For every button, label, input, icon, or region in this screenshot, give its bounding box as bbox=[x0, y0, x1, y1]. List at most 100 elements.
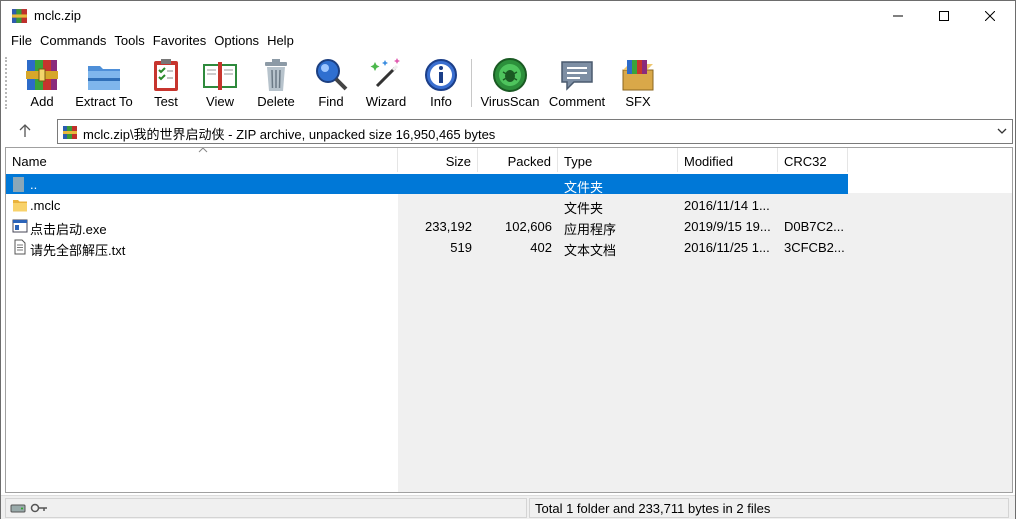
table-row[interactable]: 请先全部解压.txt 519 402 文本文档 2016/11/25 1... … bbox=[6, 237, 848, 258]
status-summary: Total 1 folder and 233,711 bytes in 2 fi… bbox=[535, 501, 771, 516]
file-list[interactable]: Name Size Packed Type Modified CRC32 .. … bbox=[5, 147, 1013, 493]
column-modified[interactable]: Modified bbox=[678, 148, 778, 172]
column-modified-label: Modified bbox=[684, 154, 734, 169]
chevron-down-icon[interactable] bbox=[995, 124, 1009, 138]
status-icons bbox=[10, 501, 48, 515]
column-name[interactable]: Name bbox=[6, 148, 398, 172]
row-size: 233,192 bbox=[425, 219, 472, 234]
sfx-button[interactable]: SFX bbox=[617, 56, 659, 112]
row-modified: 2016/11/14 1... bbox=[684, 198, 770, 213]
key-icon[interactable] bbox=[30, 501, 48, 515]
clipboard-check-icon bbox=[154, 59, 178, 91]
column-size[interactable]: Size bbox=[398, 148, 478, 172]
row-name: 请先全部解压.txt bbox=[30, 243, 126, 258]
speech-bubble-icon bbox=[561, 61, 593, 91]
list-header: Name Size Packed Type Modified CRC32 bbox=[6, 148, 1012, 172]
minimize-button[interactable] bbox=[875, 1, 921, 31]
maximize-button[interactable] bbox=[921, 1, 967, 31]
toolbar-grip bbox=[5, 57, 7, 109]
virusscan-button[interactable]: VirusScan bbox=[480, 56, 540, 112]
row-type: 应用程序 bbox=[564, 222, 617, 237]
up-folder-button[interactable] bbox=[15, 121, 35, 141]
menu-options[interactable]: Options bbox=[214, 31, 259, 51]
column-packed[interactable]: Packed bbox=[478, 148, 558, 172]
delete-button[interactable]: Delete bbox=[255, 56, 297, 112]
column-type-label: Type bbox=[564, 154, 593, 169]
minimize-icon bbox=[893, 15, 903, 17]
comment-label: Comment bbox=[548, 94, 606, 109]
info-button[interactable]: Info bbox=[421, 56, 461, 112]
status-left-pane bbox=[5, 498, 527, 518]
arrow-up-icon bbox=[19, 124, 31, 137]
menu-commands[interactable]: Commands bbox=[40, 31, 106, 51]
menu-help[interactable]: Help bbox=[267, 31, 294, 51]
row-size: 519 bbox=[450, 240, 472, 255]
wizard-label: Wizard bbox=[365, 94, 407, 109]
folder-up-icon bbox=[13, 177, 24, 192]
open-book-icon bbox=[203, 62, 237, 90]
view-button[interactable]: View bbox=[197, 56, 243, 112]
address-path: mclc.zip\我的世界启动侠 - ZIP archive, unpacked… bbox=[83, 127, 496, 142]
status-bar: Total 1 folder and 233,711 bytes in 2 fi… bbox=[1, 495, 1015, 519]
find-button[interactable]: Find bbox=[311, 56, 351, 112]
row-crc32: 3CFCB2... bbox=[784, 240, 845, 255]
delete-label: Delete bbox=[257, 94, 295, 109]
column-crc32[interactable]: CRC32 bbox=[778, 148, 848, 172]
winrar-window: mclc.zip File Commands Tools Favorites O… bbox=[0, 0, 1016, 519]
row-modified: 2019/9/15 19... bbox=[684, 219, 771, 234]
row-name: .mclc bbox=[30, 198, 61, 213]
folder-extract-icon bbox=[88, 66, 120, 90]
sort-ascending-icon bbox=[198, 148, 208, 153]
column-crc32-label: CRC32 bbox=[784, 154, 827, 169]
trash-can-icon bbox=[265, 59, 287, 91]
close-button[interactable] bbox=[967, 1, 1013, 31]
row-type: 文本文档 bbox=[564, 243, 617, 258]
row-packed: 102,606 bbox=[505, 219, 552, 234]
test-button[interactable]: Test bbox=[145, 56, 187, 112]
add-button[interactable]: Add bbox=[21, 56, 63, 112]
archive-books-icon bbox=[26, 60, 58, 90]
menu-file[interactable]: File bbox=[11, 31, 32, 51]
column-size-label: Size bbox=[445, 154, 471, 169]
info-icon bbox=[425, 59, 457, 91]
extract-to-button[interactable]: Extract To bbox=[71, 56, 137, 112]
wizard-button[interactable]: Wizard bbox=[363, 56, 409, 112]
winrar-app-icon bbox=[12, 9, 27, 23]
virusscan-label: VirusScan bbox=[480, 94, 540, 109]
add-label: Add bbox=[30, 94, 54, 109]
row-type: 文件夹 bbox=[564, 180, 604, 195]
sfx-label: SFX bbox=[625, 94, 651, 109]
virus-scan-icon bbox=[493, 58, 527, 92]
toolbar: Add Extract To Test View Delete Find Wiz… bbox=[1, 51, 1015, 115]
menu-favorites[interactable]: Favorites bbox=[153, 31, 206, 51]
magnifier-icon bbox=[316, 59, 348, 91]
row-name: .. bbox=[30, 177, 38, 192]
column-name-label: Name bbox=[12, 154, 47, 169]
menu-tools[interactable]: Tools bbox=[114, 31, 144, 51]
row-name: 点击启动.exe bbox=[30, 222, 107, 237]
address-bar: mclc.zip\我的世界启动侠 - ZIP archive, unpacked… bbox=[1, 117, 1015, 145]
magic-wand-icon bbox=[370, 58, 400, 88]
test-label: Test bbox=[154, 94, 178, 109]
status-right-pane: Total 1 folder and 233,711 bytes in 2 fi… bbox=[529, 498, 1009, 518]
table-row[interactable]: .. 文件夹 bbox=[6, 174, 848, 195]
row-crc32: D0B7C2... bbox=[784, 219, 844, 234]
info-label: Info bbox=[430, 94, 452, 109]
maximize-icon bbox=[939, 11, 949, 21]
toolbar-separator bbox=[471, 59, 472, 107]
row-type: 文件夹 bbox=[564, 201, 604, 216]
text-file-icon bbox=[14, 239, 26, 255]
sfx-box-icon bbox=[622, 60, 654, 91]
drive-icon[interactable] bbox=[10, 501, 26, 515]
zip-archive-icon bbox=[63, 126, 77, 139]
column-type[interactable]: Type bbox=[558, 148, 678, 172]
view-label: View bbox=[206, 94, 234, 109]
comment-button[interactable]: Comment bbox=[547, 56, 607, 112]
title-bar: mclc.zip bbox=[1, 1, 1015, 31]
extract-to-label: Extract To bbox=[75, 94, 133, 109]
table-row[interactable]: 点击启动.exe 233,192 102,606 应用程序 2019/9/15 … bbox=[6, 216, 848, 237]
address-combobox[interactable]: mclc.zip\我的世界启动侠 - ZIP archive, unpacked… bbox=[57, 119, 1013, 144]
exe-icon bbox=[12, 219, 28, 233]
table-row[interactable]: .mclc 文件夹 2016/11/14 1... bbox=[6, 195, 848, 216]
column-packed-label: Packed bbox=[507, 154, 551, 169]
